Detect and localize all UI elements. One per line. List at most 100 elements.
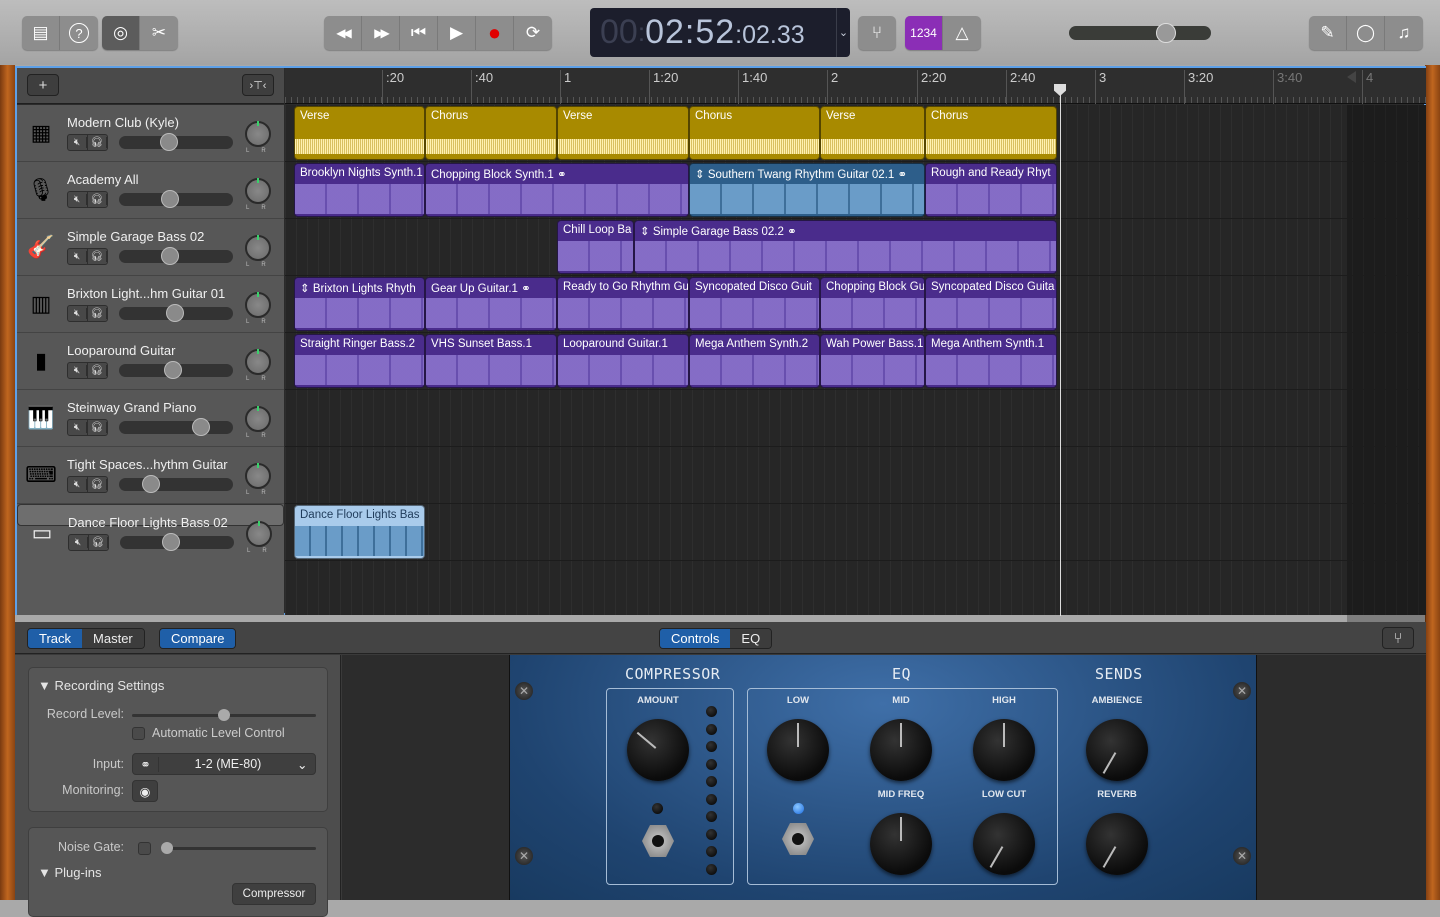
region[interactable]: Brooklyn Nights Synth.1 <box>294 163 425 217</box>
pan-knob[interactable] <box>245 235 271 261</box>
track-header[interactable]: 🎙 Academy All 🔇︎ 🎧︎ LR <box>17 162 284 219</box>
go-to-beginning-button[interactable]: ⏮ <box>400 16 438 50</box>
track-volume-slider[interactable] <box>119 475 233 493</box>
solo-button[interactable]: 🎧︎ <box>88 135 107 150</box>
record-button[interactable]: ● <box>476 16 514 50</box>
region[interactable]: Chopping Block Synth.1 ⚭ <box>425 163 689 217</box>
track-volume-slider[interactable] <box>119 361 233 379</box>
mute-button[interactable]: 🔇︎ <box>68 306 88 321</box>
compare-button[interactable]: Compare <box>160 629 236 648</box>
lcd-display[interactable]: 00: 02:52 :02.33 ⌄ <box>590 8 850 57</box>
mute-button[interactable]: 🔇︎ <box>69 535 89 550</box>
play-button[interactable]: ▶ <box>438 16 476 50</box>
track-header[interactable]: ▭ Dance Floor Lights Bass 02 🔇︎ 🎧︎ LR <box>17 504 284 554</box>
track-volume-thumb[interactable] <box>161 190 180 208</box>
editors-button[interactable]: ✂ <box>140 16 178 50</box>
knob-ambience[interactable] <box>1086 719 1148 781</box>
track-volume-thumb[interactable] <box>163 361 182 379</box>
monitoring-button[interactable]: ◉ <box>132 780 158 802</box>
solo-button[interactable]: 🎧︎ <box>88 249 107 264</box>
mute-button[interactable]: 🔇︎ <box>68 363 88 378</box>
track-volume-thumb[interactable] <box>162 533 181 551</box>
tab-eq[interactable]: EQ <box>730 629 772 648</box>
alc-checkbox[interactable] <box>132 727 145 740</box>
region[interactable]: Rough and Ready Rhyt <box>925 163 1057 217</box>
noise-gate-thumb[interactable] <box>161 842 173 854</box>
track-volume-slider[interactable] <box>119 418 233 436</box>
input-select[interactable]: ⚭ 1-2 (ME-80) ⌄ <box>132 753 316 775</box>
region[interactable]: Verse <box>820 106 925 160</box>
noise-gate-checkbox[interactable] <box>138 842 151 855</box>
mute-button[interactable]: 🔇︎ <box>68 135 88 150</box>
knob-high[interactable] <box>973 719 1035 781</box>
track-volume-thumb[interactable] <box>192 418 211 436</box>
track-volume-slider[interactable] <box>120 533 234 551</box>
track-header[interactable]: 🎸 Simple Garage Bass 02 🔇︎ 🎧︎ LR <box>17 219 284 276</box>
compressor-plugin-button[interactable]: Compressor <box>232 883 316 905</box>
playhead[interactable] <box>1060 86 1061 616</box>
ruler[interactable]: :20:40 1 1:20 1:40 2 2:20 2:40 3 3:20 3:40 4 <box>285 68 1426 104</box>
region[interactable]: ⇕ Simple Garage Bass 02.2 ⚭ <box>634 220 1057 274</box>
solo-button[interactable]: 🎧︎ <box>89 535 108 550</box>
tuner-button[interactable]: ⑂ <box>858 16 896 50</box>
master-volume-slider[interactable] <box>1069 23 1211 43</box>
region[interactable]: ⇕ Brixton Lights Rhyth <box>294 277 425 331</box>
knob-reverb[interactable] <box>1086 813 1148 875</box>
quick-help-button[interactable]: ? <box>60 16 98 50</box>
mute-button[interactable]: 🔇︎ <box>68 192 88 207</box>
track-header[interactable]: ⌨ Tight Spaces...hythm Guitar 🔇︎ 🎧︎ LR <box>17 447 284 504</box>
noise-gate-slider[interactable] <box>161 842 316 854</box>
add-track-button[interactable]: + <box>27 74 59 96</box>
cycle-button[interactable]: ⟳ <box>514 16 552 50</box>
catch-playhead-button[interactable]: ›⊤‹ <box>242 74 274 96</box>
region[interactable]: Gear Up Guitar.1 ⚭ <box>425 277 557 331</box>
plugins-toggle[interactable]: ▼ Plug-ins <box>38 865 101 880</box>
count-in-button[interactable]: 1234 <box>905 16 943 50</box>
region[interactable]: Chorus <box>425 106 557 160</box>
pan-knob[interactable] <box>246 521 272 547</box>
region[interactable]: VHS Sunset Bass.1 <box>425 334 557 388</box>
region[interactable]: Chorus <box>689 106 820 160</box>
region[interactable]: Chopping Block Gu <box>820 277 925 331</box>
region[interactable]: Syncopated Disco Guita <box>925 277 1057 331</box>
knob-mid-freq[interactable] <box>870 813 932 875</box>
track-lane[interactable] <box>285 390 1426 447</box>
region[interactable]: Chill Loop Ba <box>557 220 634 274</box>
region[interactable]: Mega Anthem Synth.2 <box>689 334 820 388</box>
region[interactable]: Ready to Go Rhythm Gu <box>557 277 689 331</box>
track-volume-slider[interactable] <box>119 133 233 151</box>
region[interactable]: Chorus <box>925 106 1057 160</box>
pan-knob[interactable] <box>245 406 271 432</box>
tab-controls[interactable]: Controls <box>660 629 731 648</box>
track-volume-thumb[interactable] <box>160 133 179 151</box>
record-level-slider[interactable] <box>132 709 316 721</box>
mute-button[interactable]: 🔇︎ <box>68 420 88 435</box>
track-volume-slider[interactable] <box>119 247 233 265</box>
record-level-thumb[interactable] <box>218 709 230 721</box>
region[interactable]: ⇕ Southern Twang Rhythm Guitar 02.1 ⚭ <box>689 163 925 217</box>
region[interactable]: Mega Anthem Synth.1 <box>925 334 1057 388</box>
smart-controls-button[interactable]: ◎ <box>102 16 140 50</box>
master-volume-thumb[interactable] <box>1155 23 1176 43</box>
region[interactable]: Syncopated Disco Guit <box>689 277 820 331</box>
track-header[interactable]: ▦ Modern Club (Kyle) 🔇︎ 🎧︎ LR <box>17 105 284 162</box>
knob-low-cut[interactable] <box>973 813 1035 875</box>
knob-mid[interactable] <box>870 719 932 781</box>
track-volume-thumb[interactable] <box>161 247 180 265</box>
tab-master[interactable]: Master <box>82 629 144 648</box>
pan-knob[interactable] <box>245 463 271 489</box>
track-header[interactable]: ▮ Looparound Guitar 🔇︎ 🎧︎ LR <box>17 333 284 390</box>
solo-button[interactable]: 🎧︎ <box>88 192 107 207</box>
notepad-button[interactable]: ✎ <box>1309 16 1347 50</box>
rewind-button[interactable]: ◀◀ <box>324 16 362 50</box>
pan-knob[interactable] <box>245 178 271 204</box>
tuner-panel-button[interactable]: ⑂ <box>1382 627 1414 649</box>
track-lane[interactable] <box>285 447 1426 504</box>
metronome-button[interactable]: △ <box>943 16 981 50</box>
region[interactable]: Wah Power Bass.1 <box>820 334 925 388</box>
track-volume-thumb[interactable] <box>141 475 160 493</box>
region[interactable]: Verse <box>294 106 425 160</box>
track-header[interactable]: 🎹 Steinway Grand Piano 🔇︎ 🎧︎ LR <box>17 390 284 447</box>
loop-browser-button[interactable]: ◯ <box>1347 16 1385 50</box>
pan-knob[interactable] <box>245 349 271 375</box>
